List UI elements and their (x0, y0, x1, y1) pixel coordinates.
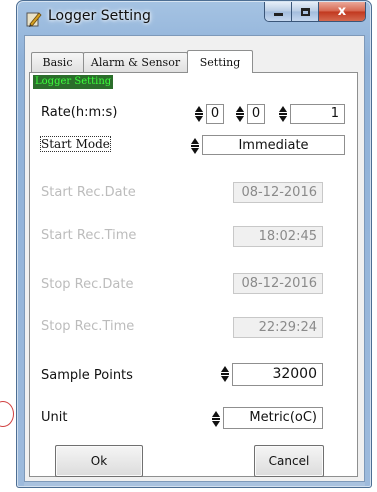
logger-app-icon (26, 12, 42, 27)
tab-basic[interactable]: Basic (31, 52, 84, 72)
logger-setting-window: Logger Setting x Basic Alarm & Sensor Se… (16, 0, 372, 488)
rate-minutes-field[interactable]: 0 (247, 104, 265, 124)
rate-hours-spinner-icon[interactable] (195, 105, 203, 123)
tab-alarm-sensor[interactable]: Alarm & Sensor (83, 52, 188, 72)
stop-rec-time-label: Stop Rec.Time (41, 319, 135, 334)
unit-field[interactable]: Metric(oC) (223, 407, 323, 429)
tab-setting[interactable]: Setting (187, 50, 253, 73)
start-rec-date-label: Start Rec.Date (41, 185, 136, 200)
window-bottom-border (24, 482, 365, 486)
rate-seconds-spinner-icon[interactable] (279, 105, 287, 123)
stop-rec-time-field: 22:29:24 (233, 317, 323, 338)
rate-label: Rate(h:m:s) (41, 105, 118, 120)
maximize-icon (300, 7, 310, 16)
sample-points-field[interactable]: 32000 (232, 363, 323, 386)
window-title: Logger Setting (48, 8, 151, 24)
start-mode-label: Start Mode (40, 136, 111, 152)
caption-buttons: x (264, 2, 366, 22)
minimize-button[interactable] (265, 2, 292, 21)
close-icon: x (337, 4, 347, 19)
cancel-button[interactable]: Cancel (254, 445, 324, 477)
maximize-button[interactable] (292, 2, 319, 21)
start-rec-date-field: 08-12-2016 (233, 182, 323, 203)
stop-rec-date-field: 08-12-2016 (233, 273, 323, 294)
logger-setting-group-label: Logger Setting (33, 75, 114, 89)
title-bar[interactable]: Logger Setting x (17, 1, 371, 35)
annotation-circle (0, 401, 14, 427)
minimize-icon (273, 13, 283, 16)
ok-button[interactable]: Ok (55, 445, 143, 477)
rate-minutes-spinner-icon[interactable] (236, 105, 244, 123)
sample-points-label: Sample Points (41, 368, 133, 383)
start-rec-time-field: 18:02:45 (233, 226, 323, 247)
rate-hours-field[interactable]: 0 (206, 104, 224, 124)
dialog-client-area: Basic Alarm & Sensor Setting Logger Sett… (24, 35, 365, 482)
setting-tab-panel: Logger Setting Rate(h:m:s) 0 0 1 Start M… (29, 72, 358, 477)
stop-rec-date-label: Stop Rec.Date (41, 277, 134, 292)
rate-seconds-field[interactable]: 1 (290, 104, 345, 124)
unit-spinner-icon[interactable] (212, 410, 220, 428)
start-rec-time-label: Start Rec.Time (41, 228, 137, 243)
close-button[interactable]: x (319, 2, 365, 21)
unit-label: Unit (41, 410, 68, 425)
sample-points-spinner-icon[interactable] (221, 365, 229, 383)
start-mode-field[interactable]: Immediate (202, 135, 345, 155)
start-mode-spinner-icon[interactable] (191, 137, 199, 155)
